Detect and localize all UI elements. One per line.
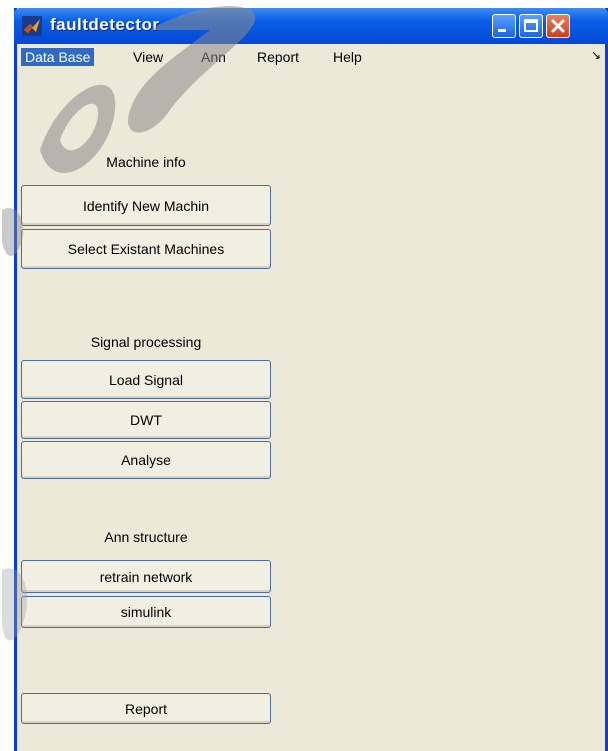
machine-info-label: Machine info [106,154,186,170]
minimize-button[interactable] [492,14,516,38]
menu-report[interactable]: Report [253,48,303,66]
maximize-icon [524,19,538,32]
ann-structure-label: Ann structure [104,529,188,545]
menu-ann[interactable]: Ann [197,48,230,66]
load-signal-button[interactable]: Load Signal [21,360,271,399]
dwt-button[interactable]: DWT [21,401,271,439]
minimize-icon [498,29,506,32]
simulink-button[interactable]: simulink [21,596,271,628]
select-existing-machines-button[interactable]: Select Existant Machines [21,229,271,269]
signal-processing-label: Signal processing [90,334,202,350]
report-button[interactable]: Report [21,693,271,724]
retrain-network-button[interactable]: retrain network [21,560,271,593]
maximize-button[interactable] [519,14,543,38]
identify-new-machine-button[interactable]: Identify New Machin [21,185,271,226]
close-icon [551,19,565,33]
menu-help[interactable]: Help [329,48,366,66]
menu-view[interactable]: View [129,48,167,66]
window-title: faultdetector [50,15,160,34]
dock-arrow-icon[interactable]: ↘ [591,48,601,62]
title-bar[interactable]: faultdetector [14,8,608,44]
analyse-button[interactable]: Analyse [21,441,271,479]
app-window: faultdetector Data Base View Ann Report … [14,8,608,751]
menu-bar: Data Base View Ann Report Help ↘ [17,46,605,68]
matlab-logo-icon [22,16,42,36]
menu-data-base[interactable]: Data Base [21,48,95,66]
close-button[interactable] [546,14,570,38]
